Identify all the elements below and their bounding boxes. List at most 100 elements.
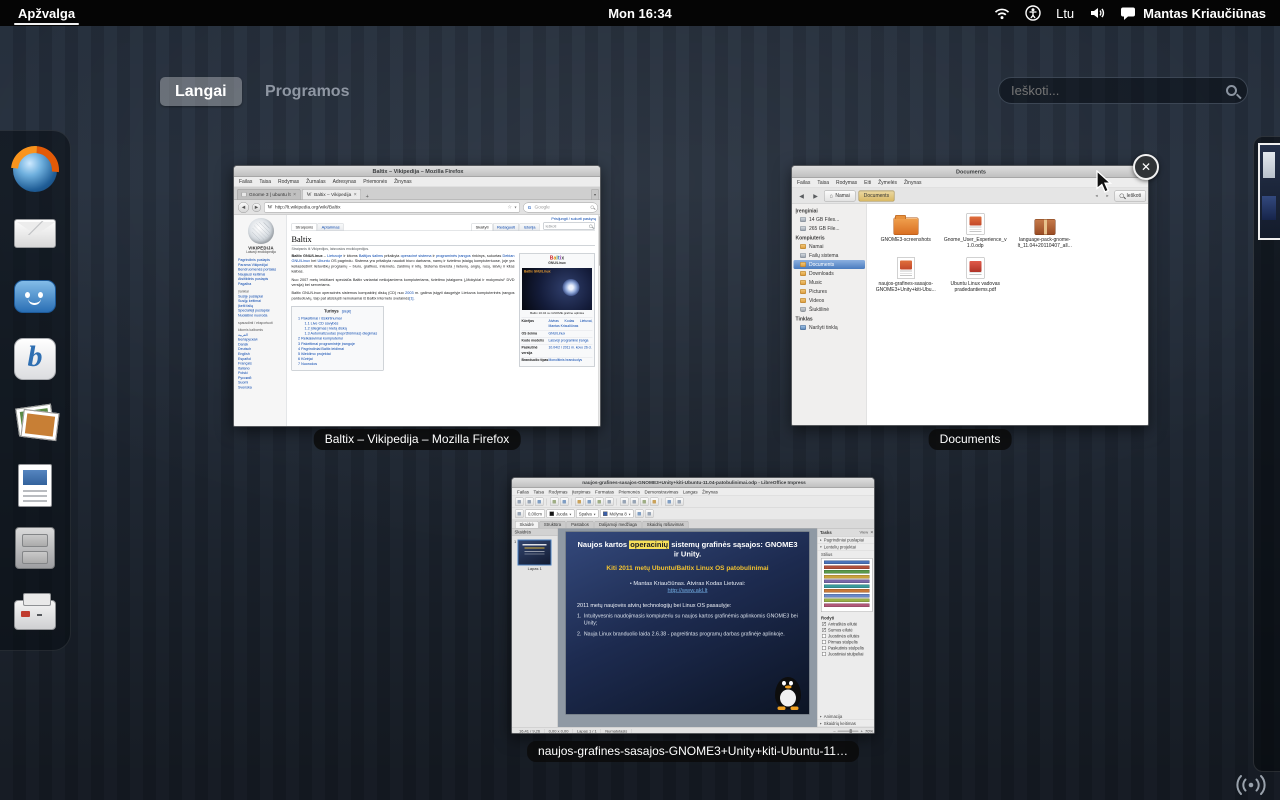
menu-item[interactable]: Priemonės <box>619 489 641 494</box>
dash-item-cabinet[interactable] <box>12 525 58 571</box>
tasks-section-table-design[interactable]: Lentelių projektai <box>818 544 876 551</box>
toolbar-button[interactable] <box>640 498 649 507</box>
toolbar-button[interactable] <box>620 498 629 507</box>
checkbox[interactable] <box>822 652 826 656</box>
menu-item[interactable]: Žurnalas <box>306 179 325 185</box>
file-item[interactable]: Gnome_User_Experience_v1.0.odp <box>941 211 1011 249</box>
menu-item[interactable]: Failas <box>517 489 529 494</box>
infobox-value[interactable]: Atviras Kodas Lietuvai, Mantas Kriaučiūn… <box>549 319 593 329</box>
wiki-search-icon[interactable] <box>589 224 593 228</box>
view-tab[interactable]: Dalijamoji medžiaga <box>594 521 641 528</box>
show-option[interactable]: Juostiniai stulpeliai <box>818 651 876 657</box>
accessibility-icon[interactable] <box>1025 5 1041 21</box>
table-design-list[interactable] <box>821 558 873 612</box>
browser-search-field[interactable]: Google <box>523 202 598 212</box>
menu-item[interactable]: Taisa <box>259 179 271 185</box>
zoom-out-icon[interactable] <box>833 729 835 734</box>
zoom-in-icon[interactable] <box>861 729 863 734</box>
view-tab[interactable]: Skaidrė <box>515 521 538 528</box>
dash-item-banshee[interactable] <box>12 336 58 382</box>
toolbar-button[interactable] <box>560 498 569 507</box>
menu-item[interactable]: Priemonės <box>363 179 387 185</box>
file-item[interactable]: Ubuntu Linux vadovas pradedantiems.pdf <box>941 255 1011 293</box>
tab-close-icon[interactable] <box>293 192 296 198</box>
search-input[interactable] <box>1009 82 1218 99</box>
breadcrumb-home[interactable]: Namai <box>824 190 855 201</box>
view-tab[interactable]: Pastabos <box>567 521 594 528</box>
infobox-value[interactable]: 10.04r2 / 2011 m. kovo 26 d. <box>549 346 593 356</box>
sidebar-place-item[interactable]: 14 GB Files... <box>794 215 866 224</box>
impress-titlebar[interactable]: naujos-grafines-sasajos-GNOME3+Unity+kit… <box>512 478 875 488</box>
toolbar-button[interactable] <box>650 498 659 507</box>
tasks-collapsed-section[interactable]: Skaidrių keitimas <box>818 720 876 727</box>
menu-item[interactable]: Taisa <box>817 180 829 186</box>
url-bar[interactable]: http://lt.wikipedia.org/wiki/Baltix <box>264 202 520 212</box>
forward-button[interactable] <box>252 203 261 212</box>
menu-item[interactable]: Rodymas <box>278 179 299 185</box>
wifi-icon[interactable] <box>994 7 1010 20</box>
menu-item[interactable]: Rodymas <box>549 489 568 494</box>
user-menu[interactable]: Mantas Kriaučiūnas <box>1120 6 1266 21</box>
toolbar-button[interactable] <box>535 498 544 507</box>
infobox-value[interactable]: Laisvoji programinė įranga <box>549 338 593 343</box>
toolbar-button[interactable] <box>635 510 644 519</box>
browser-tab[interactable]: Baltix – Vikipedija <box>302 189 361 200</box>
checkbox[interactable] <box>822 628 826 632</box>
toc-entry[interactable]: 7 Nuorodos <box>298 362 377 367</box>
wiki-article-tab[interactable]: Straipsnis <box>292 224 318 231</box>
sidebar-place-item[interactable]: Namai <box>794 242 866 251</box>
tasks-close-icon[interactable]: ✕ <box>870 530 873 535</box>
checkbox[interactable] <box>822 646 826 650</box>
menu-item[interactable]: Formatas <box>595 489 614 494</box>
wiki-view-tab[interactable]: Istorija <box>520 224 540 231</box>
activities-button[interactable]: Apžvalga <box>0 0 93 26</box>
network-broadcast-icon[interactable] <box>1235 771 1267 799</box>
checkbox[interactable] <box>822 640 826 644</box>
menu-item[interactable]: Žinynas <box>702 489 718 494</box>
menu-item[interactable]: Adresynas <box>333 179 357 185</box>
infobox-value[interactable]: Monolitinis branduolys <box>549 358 593 363</box>
url-dropdown-icon[interactable] <box>514 205 516 211</box>
tasks-collapsed-section[interactable]: Animacija <box>818 713 876 720</box>
forward-button[interactable]: ▶ <box>810 190 821 201</box>
tab-applications[interactable]: Programos <box>250 77 364 106</box>
dash-item-printer[interactable] <box>12 588 58 634</box>
dash-item-mail[interactable] <box>12 210 58 256</box>
toolbar-button[interactable] <box>575 498 584 507</box>
toolbar-button[interactable] <box>605 498 614 507</box>
toolbar-button[interactable] <box>630 498 639 507</box>
sidebar-place-item[interactable]: 265 GB File... <box>794 224 866 233</box>
wiki-login-link[interactable]: Prisijungti / sukurti paskyrą <box>551 217 596 222</box>
wiki-view-tab[interactable]: Skaityti <box>472 224 493 231</box>
menu-item[interactable]: Rodymas <box>836 180 857 186</box>
slide-thumbnail[interactable] <box>518 540 552 566</box>
menu-item[interactable]: Failas <box>797 180 810 186</box>
fill-color-dropdown[interactable]: Mėlyna 8 <box>600 510 634 519</box>
toolbar-button[interactable] <box>515 498 524 507</box>
sidebar-place-item[interactable]: Šiukšlinė <box>794 305 866 314</box>
volume-icon[interactable] <box>1089 5 1105 21</box>
file-item[interactable]: naujos-grafines-sasajos-GNOME3+Unity+kit… <box>871 255 941 293</box>
window-firefox[interactable]: Baltix – Vikipedija – Mozilla Firefox Fa… <box>233 165 601 427</box>
sidebar-place-item[interactable]: Videos <box>794 296 866 305</box>
wiki-search-field[interactable]: Ieškoti <box>543 223 595 230</box>
toolbar-button[interactable] <box>595 498 604 507</box>
toolbar-button[interactable] <box>665 498 674 507</box>
menu-item[interactable]: Žymelės <box>878 180 897 186</box>
sidebar-place-item[interactable]: Naršyti tinklą <box>794 323 866 332</box>
line-width-field[interactable]: 0,00cm <box>525 510 545 519</box>
wiki-view-tab[interactable]: Redaguoti <box>493 224 519 231</box>
toc-hide-link[interactable]: [slėpti] <box>342 310 351 314</box>
dash-item-firefox[interactable] <box>12 147 58 193</box>
firefox-titlebar[interactable]: Baltix – Vikipedija – Mozilla Firefox <box>234 166 601 177</box>
wiki-nav-link[interactable]: Pagalba <box>238 281 284 286</box>
sidebar-place-item[interactable]: Documents <box>794 260 866 269</box>
search-go-icon[interactable] <box>591 206 595 210</box>
checkbox[interactable] <box>822 622 826 626</box>
fill-style-dropdown[interactable]: Spalva <box>576 510 599 519</box>
dash-item-document[interactable] <box>12 462 58 508</box>
sidebar-place-item[interactable]: Pictures <box>794 287 866 296</box>
menu-item[interactable]: Žinynas <box>904 180 922 186</box>
tasks-view-menu[interactable]: View <box>860 530 869 535</box>
file-search-button[interactable]: Ieškoti <box>1115 190 1146 201</box>
